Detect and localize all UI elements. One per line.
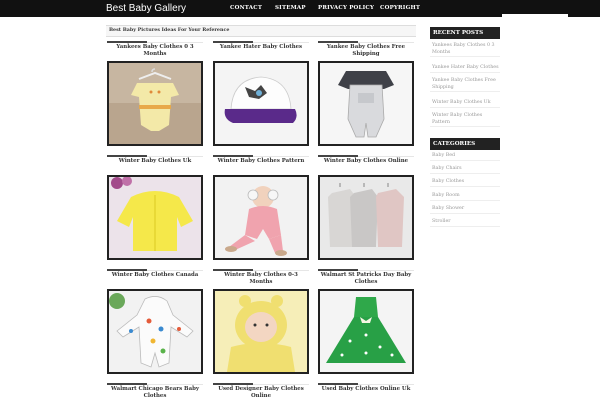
card-thumbnail-printed-romper[interactable] — [107, 289, 203, 374]
card-accent-bar — [318, 155, 358, 157]
card-title-link[interactable]: Winter Baby Clothes Canada — [107, 272, 203, 279]
card-title-link[interactable]: Yankee Baby Clothes Free Shipping — [318, 44, 414, 58]
green-dress-image — [320, 291, 412, 372]
category-link[interactable]: Baby Shower — [430, 206, 500, 214]
card-title-link[interactable]: Winter Baby Clothes 0-3 Months — [213, 272, 309, 286]
yellow-hood-image — [215, 291, 307, 372]
recent-post-link[interactable]: Winter Baby Clothes Pattern — [430, 113, 500, 128]
card-thumbnail-yellow-romper[interactable] — [107, 61, 203, 146]
card-thumbnail-overall[interactable] — [318, 61, 414, 146]
printed-romper-image — [109, 291, 201, 372]
category-link[interactable]: Baby Clothes — [430, 179, 500, 187]
cap-image — [215, 63, 307, 144]
tagline-bar: Best Baby Pictures Ideas For Your Refere… — [106, 25, 416, 37]
card-title-link[interactable]: Used Baby Clothes Online Uk — [318, 386, 414, 393]
recent-post-link[interactable]: Winter Baby Clothes Uk — [430, 100, 500, 108]
card-accent-bar — [107, 269, 147, 271]
card-accent-bar — [318, 269, 358, 271]
yellow-sweater-image — [109, 177, 201, 258]
card-accent-bar — [213, 269, 253, 271]
recent-posts-heading: RECENT POSTS — [430, 27, 500, 39]
site-tagline: Best Baby Pictures Ideas For Your Refere… — [109, 27, 230, 33]
nav-contact[interactable]: CONTACT — [230, 4, 262, 12]
card-title-link[interactable]: Winter Baby Clothes Uk — [107, 158, 203, 165]
card-thumbnail-yellow-sweater[interactable] — [107, 175, 203, 260]
card-title-link[interactable]: Used Designer Baby Clothes Online — [213, 386, 309, 400]
card-accent-bar — [213, 41, 253, 43]
card-title-link[interactable]: Walmart Chicago Bears Baby Clothes — [107, 386, 203, 400]
card-accent-bar — [107, 383, 147, 385]
active-nav-indicator — [502, 14, 568, 17]
card-accent-bar — [213, 155, 253, 157]
category-link[interactable]: Baby Chairs — [430, 166, 500, 174]
hanging-coats-image — [320, 177, 412, 258]
recent-post-link[interactable]: Yankee Baby Clothes Free Shipping — [430, 78, 500, 93]
nav-privacy-policy[interactable]: PRIVACY POLICY — [318, 4, 374, 12]
yellow-romper-image — [109, 63, 201, 144]
recent-post-link[interactable]: Yankees Baby Clothes 0 3 Months — [430, 43, 500, 58]
card-accent-bar — [318, 41, 358, 43]
card-title-link[interactable]: Walmart St Patricks Day Baby Clothes — [318, 272, 414, 286]
card-title-link[interactable]: Winter Baby Clothes Online — [318, 158, 414, 165]
pink-snowsuit-image — [215, 177, 307, 258]
nav-copyright[interactable]: COPYRIGHT — [380, 4, 420, 12]
card-title-link[interactable]: Winter Baby Clothes Pattern — [213, 158, 309, 165]
card-title-link[interactable]: Yankees Baby Clothes 0 3 Months — [107, 44, 203, 58]
card-accent-bar — [318, 383, 358, 385]
overall-image — [320, 63, 412, 144]
card-thumbnail-hanging-coats[interactable] — [318, 175, 414, 260]
card-accent-bar — [107, 41, 147, 43]
card-title-link[interactable]: Yankee Hater Baby Clothes — [213, 44, 309, 51]
card-accent-bar — [107, 155, 147, 157]
card-thumbnail-pink-snowsuit[interactable] — [213, 175, 309, 260]
category-link[interactable]: Baby Room — [430, 193, 500, 201]
recent-post-link[interactable]: Yankee Hater Baby Clothes — [430, 65, 500, 73]
category-link[interactable]: Baby Bed — [430, 153, 500, 161]
card-accent-bar — [213, 383, 253, 385]
card-thumbnail-yellow-hood[interactable] — [213, 289, 309, 374]
card-thumbnail-green-dress[interactable] — [318, 289, 414, 374]
category-link[interactable]: Stroller — [430, 219, 500, 227]
card-thumbnail-cap[interactable] — [213, 61, 309, 146]
categories-heading: CATEGORIES — [430, 138, 500, 150]
nav-sitemap[interactable]: SITEMAP — [275, 4, 306, 12]
site-title-link[interactable]: Best Baby Gallery — [106, 2, 186, 15]
